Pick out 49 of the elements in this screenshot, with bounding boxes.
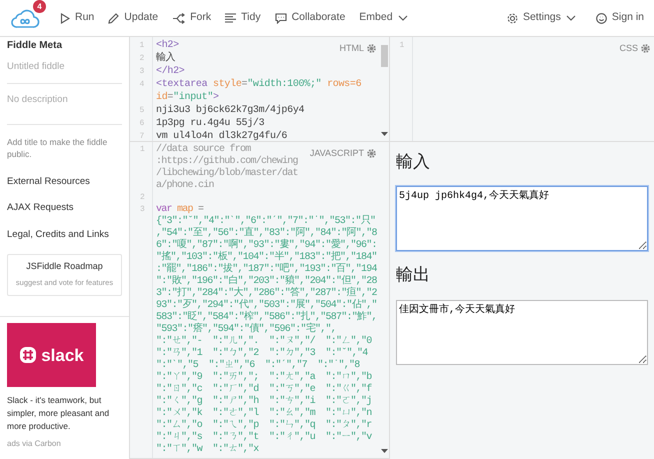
code-line: 1p3pg ru.4g4u 55j/3 [155, 117, 266, 130]
code-line: vm ul4lo4n dl3k27g4fu/6 [155, 130, 288, 141]
description-field[interactable]: No description [7, 93, 122, 124]
toolbar-button[interactable]: Run [60, 10, 94, 26]
notification-badge: 4 [33, 0, 46, 13]
gear-icon [367, 44, 376, 54]
result-heading: 輸入 [396, 152, 431, 172]
ad-banner[interactable]: slack [7, 323, 96, 388]
toolbar-button[interactable]: Update [108, 10, 158, 26]
code-line: var map = {"3":"ˇ","4":"ˋ","6":"ˊ","7":"˙","53":"只","54":"至","56":"直","83":"阿","84":"阿","86":"嗄","87":"啊","93":"婁","94":"愛","96":"搖","103":"板","104":"半","183":"把","184":"罷","186":"拔","187":"吧","193":"百","194":"敗","196":"白","203":"豶","204":"但","283":"打","284":"大","286":"答","287":"疸","293":"歹","294":"代","503":"展","504":"佔","583":"眨","584":"榨","586":"扎","587":"鮓","593":"瘩","594":"債","596":"宅",", ":"ㄝ","- ":"ㄦ",". ":"ㄡ","/ ":"ㄥ","0 ":"ㄢ","1 ":"ㄅ","2 ":"ㄉ","3 ":"ˇ","4 ":"ˋ","5 ":"ㄓ","6 ":"ˊ","7 ":"˙","8 ":"ㄚ","9 ":"ㄞ","; ":"ㄤ","a ":"ㄇ","b ":"ㄖ","c ":"ㄏ","d ":"ㄎ","e ":"ㄍ","f ":"ㄑ","g ":"ㄕ","h ":"ㄘ","i ":"ㄛ","j ":"ㄨ","k ":"ㄜ","l ":"ㄠ","m ":"ㄩ","n ":"ㄙ","o ":"ㄟ","p ":"ㄣ","q ":"ㄆ","r ":"ㄐ","s ":"ㄋ","t ":"ㄔ","u ":"ㄧ","v ":"ㄒ","w ":"ㄊ","x [155, 204, 378, 456]
roadmap-link[interactable]: JSFiddle Roadmap [9, 260, 120, 274]
caret-icon [566, 15, 576, 21]
settings-button[interactable]: Settings [506, 10, 576, 26]
pencil-icon [108, 12, 120, 24]
sign-in-button[interactable]: Sign in [596, 10, 644, 26]
toolbar-button[interactable]: Tidy [225, 10, 261, 26]
output-textarea[interactable]: 佳因文冊市,今天天氣真好 [396, 300, 648, 365]
code-line: 輸入 [155, 52, 176, 65]
gear-icon [367, 149, 376, 158]
scrollbar-thumb[interactable] [381, 45, 388, 67]
input-textarea[interactable]: 5j4up jp6hk4g4,今天天氣真好 [396, 186, 648, 252]
chat-icon [274, 12, 287, 24]
caret-icon [398, 15, 408, 21]
hint-text: Add title to make the fiddle public. [7, 136, 108, 161]
scroll-down-icon[interactable] [381, 132, 388, 136]
lines-icon [225, 13, 236, 23]
scroll-down-icon[interactable] [381, 449, 388, 453]
fork-icon [172, 12, 186, 24]
play-icon [60, 12, 70, 24]
gear-icon [506, 12, 518, 24]
ad-logo-text: slack [41, 344, 84, 366]
sidebar-link[interactable]: AJAX Requests [7, 201, 122, 216]
sidebar-title: Fiddle Meta [7, 40, 64, 52]
ad-text: Slack - it's teamwork, but simpler, more pleasant and more productive. [7, 394, 110, 432]
code-line: <textarea style="width:100%;" rows=6 id="input"> [155, 78, 362, 104]
title-field[interactable]: Untitled fiddle [7, 60, 122, 84]
sidebar-link[interactable]: External Resources [7, 175, 122, 190]
code-line: //data source from :https://github.com/chewing/libchewing/blob/master/data/phone.cin [155, 144, 299, 192]
hash-logo-icon [19, 346, 38, 364]
gear-icon [641, 44, 650, 54]
code-line: <h2> [155, 39, 180, 52]
sidebar-link[interactable]: Legal, Credits and Links [7, 228, 122, 242]
toolbar-button[interactable]: Collaborate [274, 10, 346, 26]
smiley-icon [596, 12, 607, 24]
toolbar-button[interactable]: Fork [172, 10, 212, 26]
result-heading: 輸出 [396, 265, 431, 286]
toolbar-button[interactable]: Embed [359, 10, 408, 26]
code-line: </h2> [155, 65, 186, 78]
code-line: nji3u3 bj6ck62k7g3m/4jp6y4 [155, 104, 306, 117]
